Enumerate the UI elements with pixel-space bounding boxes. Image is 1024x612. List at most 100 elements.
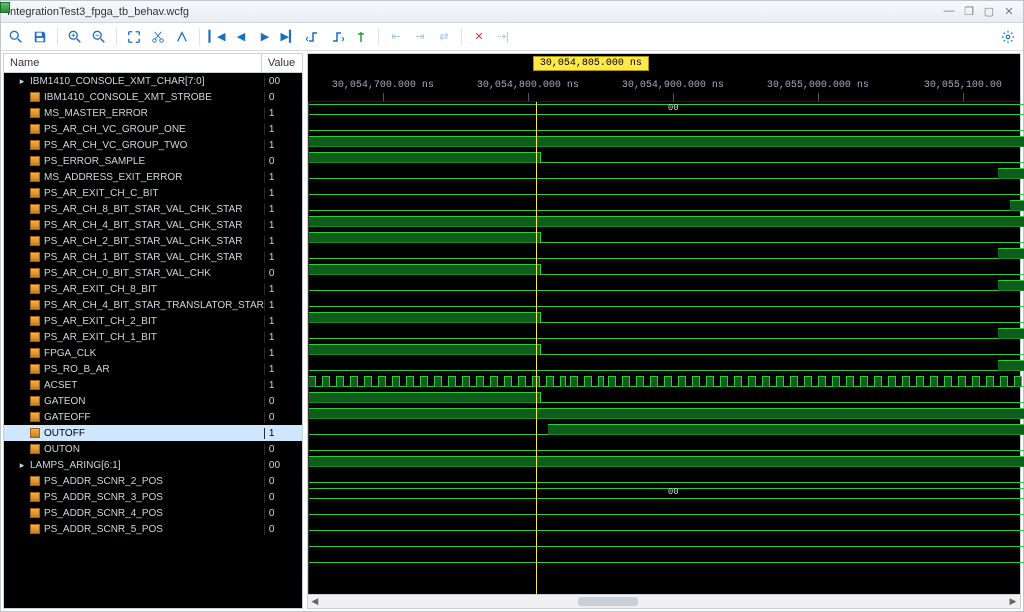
signal-row[interactable]: PS_AR_CH_0_BIT_STAR_VAL_CHK0 [4, 265, 302, 281]
swap-icon[interactable]: ⇄ [433, 26, 455, 48]
waveform-row[interactable]: 00 [308, 102, 1020, 118]
waveform-row[interactable] [308, 406, 1020, 422]
expand-icon[interactable]: ▸ [18, 460, 26, 471]
signal-row[interactable]: PS_AR_CH_VC_GROUP_TWO1 [4, 137, 302, 153]
search-icon[interactable] [5, 26, 27, 48]
signal-row[interactable]: ▸LAMPS_ARING[6:1]00 [4, 457, 302, 473]
cursor-time-flag[interactable]: 30,054,805.000 ns [533, 56, 649, 71]
close-icon[interactable]: ✕ [1001, 5, 1017, 18]
next-edge-icon[interactable] [326, 26, 348, 48]
signal-row[interactable]: GATEOFF0 [4, 409, 302, 425]
goto-icon[interactable]: ⇢| [492, 26, 514, 48]
waveform-row[interactable] [308, 534, 1020, 550]
signal-row[interactable]: PS_ADDR_SCNR_5_POS0 [4, 521, 302, 537]
waveform-row[interactable] [308, 262, 1020, 278]
settings-icon[interactable] [997, 26, 1019, 48]
waveform-row[interactable] [308, 166, 1020, 182]
signal-row[interactable]: PS_AR_EXIT_CH_C_BIT1 [4, 185, 302, 201]
waveform-row[interactable] [308, 134, 1020, 150]
waveform-row[interactable] [308, 550, 1020, 566]
cursor-line[interactable] [536, 102, 537, 594]
signal-name: PS_ADDR_SCNR_4_POS [44, 508, 163, 519]
next-marker-icon[interactable]: ⇥ [409, 26, 431, 48]
waveform-row[interactable]: 00 [308, 486, 1020, 502]
waveform-row[interactable] [308, 150, 1020, 166]
waveform-row[interactable] [308, 182, 1020, 198]
restore-icon[interactable]: ❐ [961, 5, 977, 18]
column-header-value[interactable]: Value [262, 54, 302, 72]
signal-row[interactable]: OUTOFF1 [4, 425, 302, 441]
signal-row[interactable]: FPGA_CLK1 [4, 345, 302, 361]
signal-row[interactable]: PS_AR_EXIT_CH_8_BIT1 [4, 281, 302, 297]
signal-row[interactable]: GATEON0 [4, 393, 302, 409]
scroll-right-icon[interactable]: ▶ [1006, 595, 1020, 608]
scroll-left-icon[interactable]: ◀ [308, 595, 322, 608]
signal-name: LAMPS_ARING[6:1] [30, 460, 121, 471]
waveform-row[interactable] [308, 470, 1020, 486]
waveform-row[interactable] [308, 454, 1020, 470]
next-icon[interactable]: ▶ [254, 26, 276, 48]
waveform-row[interactable] [308, 246, 1020, 262]
waveform-row[interactable] [308, 518, 1020, 534]
zoom-in-icon[interactable] [64, 26, 86, 48]
signal-row[interactable]: PS_AR_CH_4_BIT_STAR_VAL_CHK_STAR1 [4, 217, 302, 233]
signal-row[interactable]: PS_AR_CH_8_BIT_STAR_VAL_CHK_STAR1 [4, 201, 302, 217]
waveform-row[interactable] [308, 230, 1020, 246]
waveform-row[interactable] [308, 438, 1020, 454]
snap-icon[interactable] [171, 26, 193, 48]
signal-row[interactable]: MS_MASTER_ERROR1 [4, 105, 302, 121]
waveform-body[interactable]: 00 00 [308, 102, 1020, 594]
waveform-row[interactable] [308, 374, 1020, 390]
waveform-row[interactable] [308, 326, 1020, 342]
signal-row[interactable]: ACSET1 [4, 377, 302, 393]
add-marker-icon[interactable] [350, 26, 372, 48]
signal-row[interactable]: PS_AR_CH_2_BIT_STAR_VAL_CHK_STAR1 [4, 233, 302, 249]
last-icon[interactable]: ▶▎ [278, 26, 300, 48]
signal-value: 1 [264, 380, 302, 391]
signal-row[interactable]: IBM1410_CONSOLE_XMT_STROBE0 [4, 89, 302, 105]
waveform-row[interactable] [308, 118, 1020, 134]
signal-name: PS_AR_CH_VC_GROUP_TWO [44, 140, 187, 151]
signal-row[interactable]: PS_AR_CH_1_BIT_STAR_VAL_CHK_STAR1 [4, 249, 302, 265]
maximize-icon[interactable]: ▢ [981, 5, 997, 18]
timeline-ruler[interactable]: 30,054,805.000 ns 30,054,700.000 ns30,05… [308, 54, 1020, 102]
save-icon[interactable] [29, 26, 51, 48]
prev-edge-icon[interactable] [302, 26, 324, 48]
waveform-row[interactable] [308, 278, 1020, 294]
horizontal-scrollbar[interactable]: ◀ ▶ [308, 594, 1020, 608]
minimize-icon[interactable]: — [941, 5, 957, 18]
signal-row[interactable]: PS_ADDR_SCNR_4_POS0 [4, 505, 302, 521]
waveform-row[interactable] [308, 310, 1020, 326]
signal-row[interactable]: PS_ADDR_SCNR_3_POS0 [4, 489, 302, 505]
waveform-row[interactable] [308, 390, 1020, 406]
prev-icon[interactable]: ◀ [230, 26, 252, 48]
cut-icon[interactable] [147, 26, 169, 48]
expand-icon[interactable]: ▸ [18, 76, 26, 87]
signal-row[interactable]: PS_RO_B_AR1 [4, 361, 302, 377]
first-icon[interactable]: ▎◀ [206, 26, 228, 48]
waveform-row[interactable] [308, 422, 1020, 438]
prev-marker-icon[interactable]: ⇤ [385, 26, 407, 48]
waveform-row[interactable] [308, 358, 1020, 374]
signal-row[interactable]: MS_ADDRESS_EXIT_ERROR1 [4, 169, 302, 185]
column-header-name[interactable]: Name [4, 54, 262, 72]
signal-row[interactable]: PS_AR_CH_4_BIT_STAR_TRANSLATOR_STAR1 [4, 297, 302, 313]
scrollbar-thumb[interactable] [578, 597, 638, 606]
waveform-row[interactable] [308, 294, 1020, 310]
signal-row[interactable]: PS_ERROR_SAMPLE0 [4, 153, 302, 169]
delete-icon[interactable]: ✕ [468, 26, 490, 48]
signal-row[interactable]: PS_AR_EXIT_CH_1_BIT1 [4, 329, 302, 345]
zoom-out-icon[interactable] [88, 26, 110, 48]
zoom-fit-icon[interactable] [123, 26, 145, 48]
signal-row[interactable]: PS_AR_EXIT_CH_2_BIT1 [4, 313, 302, 329]
waveform-row[interactable] [308, 214, 1020, 230]
waveform-row[interactable] [308, 502, 1020, 518]
signal-value: 0 [264, 396, 302, 407]
signal-row[interactable]: OUTON0 [4, 441, 302, 457]
waveform-row[interactable] [308, 198, 1020, 214]
waveform-row[interactable] [308, 342, 1020, 358]
signal-row[interactable]: ▸IBM1410_CONSOLE_XMT_CHAR[7:0]00 [4, 73, 302, 89]
waveform-panel[interactable]: 30,054,805.000 ns 30,054,700.000 ns30,05… [307, 53, 1021, 609]
signal-row[interactable]: PS_ADDR_SCNR_2_POS0 [4, 473, 302, 489]
signal-row[interactable]: PS_AR_CH_VC_GROUP_ONE1 [4, 121, 302, 137]
